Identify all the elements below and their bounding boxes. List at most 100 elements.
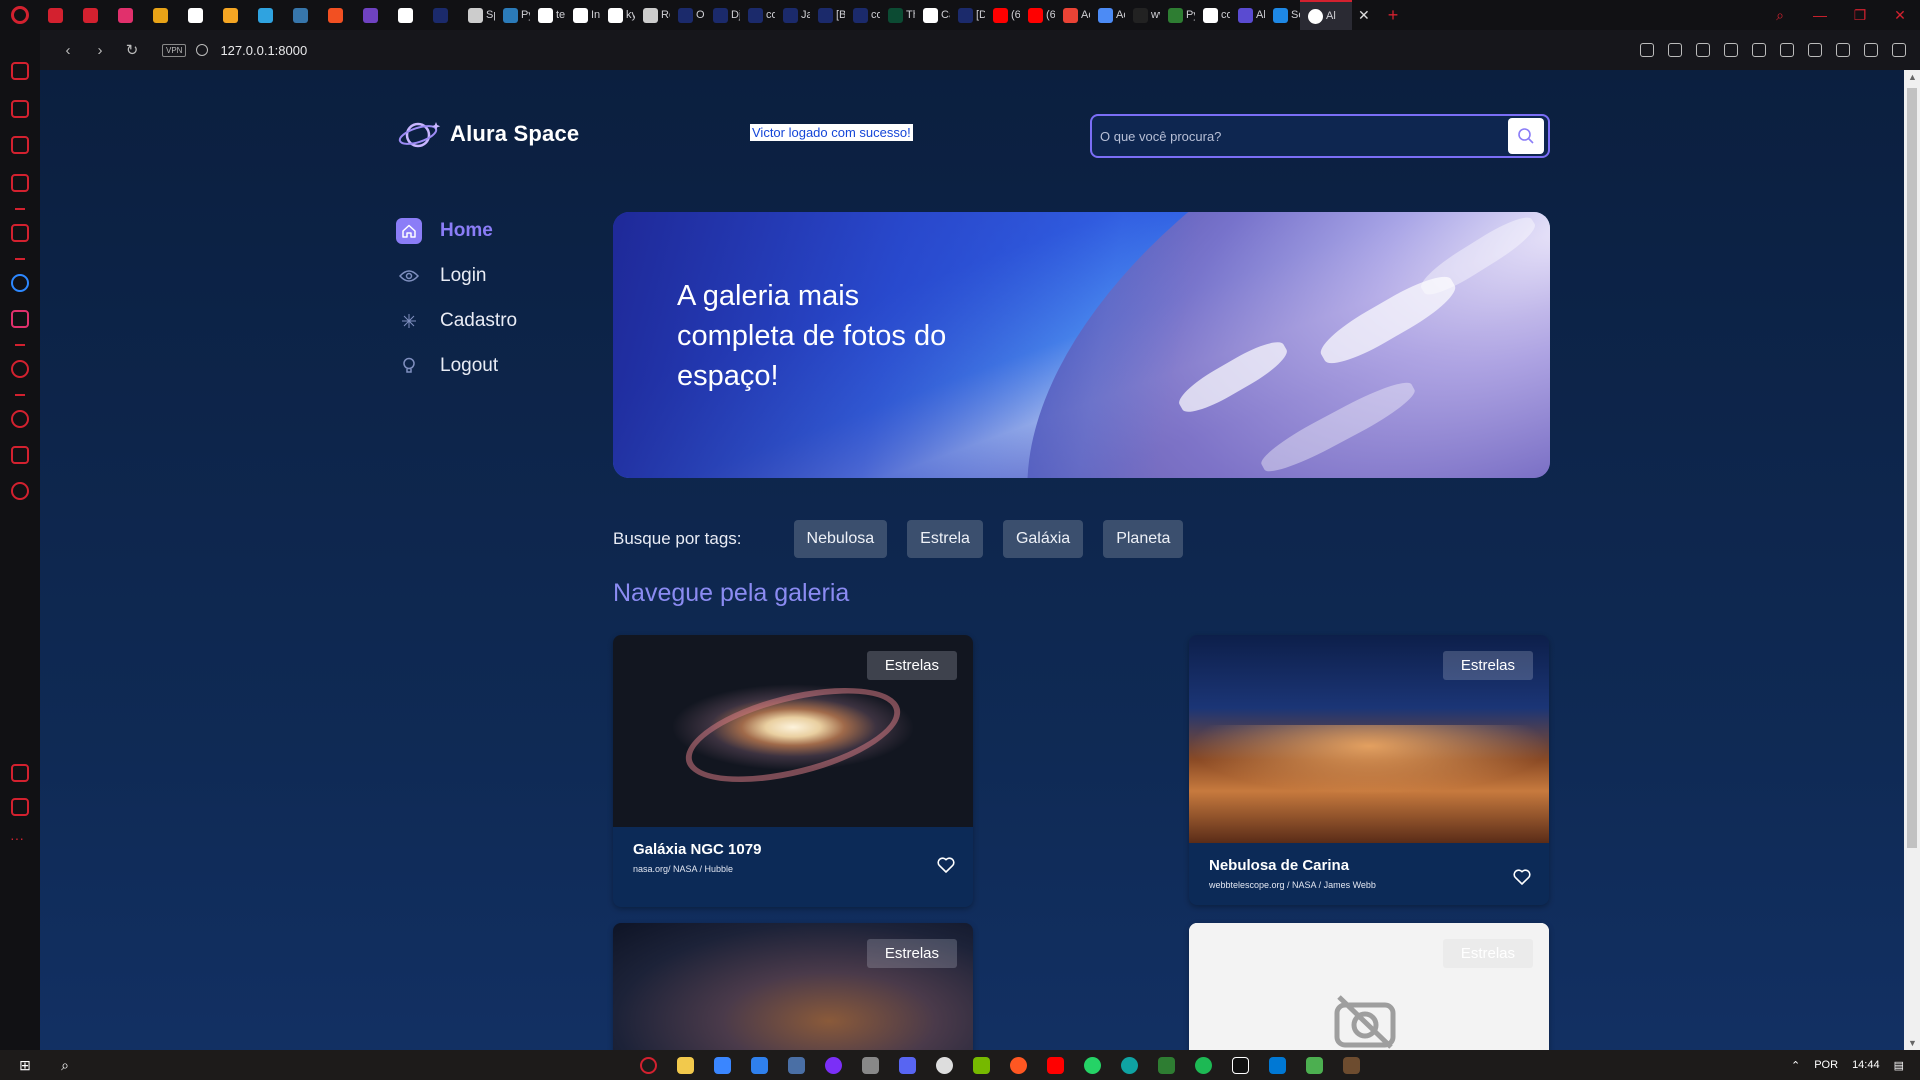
browser-tab[interactable]: Se — [1265, 0, 1300, 30]
chrome-icon[interactable] — [936, 1056, 953, 1074]
browser-tab[interactable]: coi — [845, 0, 880, 30]
browser-tab[interactable]: [Bu — [810, 0, 845, 30]
search-icon[interactable] — [1640, 43, 1654, 57]
opera-logo-icon[interactable] — [0, 0, 40, 30]
instagram-icon[interactable] — [11, 310, 29, 328]
browser-tab[interactable]: (67 — [1020, 0, 1055, 30]
search-tabs-icon[interactable]: ⌕ — [1760, 0, 1800, 30]
browser-tab[interactable] — [40, 0, 75, 30]
workspace-icon[interactable] — [11, 764, 29, 782]
app-icon[interactable] — [1158, 1056, 1175, 1074]
gallery-icon[interactable] — [11, 798, 29, 816]
explorer-icon[interactable] — [677, 1056, 694, 1074]
minecraft-icon[interactable] — [1343, 1056, 1360, 1074]
page-scrollbar[interactable]: ▲ ▼ — [1904, 70, 1920, 1050]
spotify-icon[interactable] — [1195, 1056, 1212, 1074]
browser-tab[interactable]: Th — [880, 0, 915, 30]
forward-icon[interactable]: › — [84, 42, 116, 59]
taskbar-search-icon[interactable]: ⌕ — [50, 1057, 80, 1074]
pycharm-icon[interactable] — [1232, 1056, 1249, 1074]
browser-tab[interactable]: Ca — [915, 0, 950, 30]
site-logo[interactable]: Alura Space — [398, 118, 579, 150]
browser-tab[interactable]: [D — [950, 0, 985, 30]
browser-tab[interactable] — [425, 0, 460, 30]
browser-tab[interactable]: Py — [1160, 0, 1195, 30]
send-icon[interactable] — [1752, 43, 1766, 57]
chevron-up-icon[interactable]: ⌃ — [1791, 1059, 1800, 1072]
download-icon[interactable] — [1836, 43, 1850, 57]
discord-icon[interactable] — [899, 1056, 916, 1074]
card-image-placeholder[interactable]: Estrelas — [1189, 923, 1549, 1050]
close-tab-icon[interactable]: ✕ — [1352, 7, 1376, 24]
steam-icon[interactable] — [788, 1056, 805, 1074]
history-icon[interactable] — [11, 410, 29, 428]
app-icon[interactable] — [825, 1056, 842, 1074]
tag-planeta[interactable]: Planeta — [1103, 520, 1184, 558]
vpn-badge[interactable]: VPN — [162, 43, 187, 57]
tag-nebulosa[interactable]: Nebulosa — [793, 520, 888, 558]
calendar-icon[interactable] — [11, 174, 29, 192]
browser-tab[interactable] — [145, 0, 180, 30]
new-tab-icon[interactable]: + — [1376, 5, 1411, 26]
settings-icon[interactable] — [11, 482, 29, 500]
cube-icon[interactable] — [1808, 43, 1822, 57]
extensions-icon[interactable] — [11, 446, 29, 464]
gallery-card[interactable]: Estrelas Nebulosa de Carina webbtelescop… — [1189, 635, 1549, 905]
language-indicator[interactable]: POR — [1814, 1059, 1838, 1071]
gallery-card[interactable]: Estrelas Galáxia NGC 1079 nasa.org/ NASA… — [613, 635, 973, 907]
player-icon[interactable] — [11, 360, 29, 378]
favorite-heart-icon[interactable] — [937, 857, 955, 873]
card-image[interactable]: Estrelas — [613, 923, 973, 1050]
browser-tab[interactable]: (67 — [985, 0, 1020, 30]
menu-icon[interactable] — [1864, 43, 1878, 57]
app-icon[interactable] — [862, 1056, 879, 1074]
close-window-icon[interactable]: ✕ — [1880, 0, 1920, 30]
url-field[interactable]: 127.0.0.1:8000 — [220, 43, 307, 58]
profile-icon[interactable] — [1892, 43, 1906, 57]
browser-tab[interactable]: tec — [530, 0, 565, 30]
gallery-card[interactable]: Estrelas — [1189, 923, 1549, 1050]
browser-tab[interactable]: co — [1195, 0, 1230, 30]
nvidia-icon[interactable] — [973, 1056, 990, 1074]
nav-item-login[interactable]: Login — [396, 253, 517, 298]
browser-tab[interactable] — [110, 0, 145, 30]
opera-icon[interactable] — [640, 1056, 657, 1074]
favorite-heart-icon[interactable] — [1513, 869, 1531, 885]
browser-tab[interactable] — [215, 0, 250, 30]
speed-dial-icon[interactable] — [11, 62, 29, 80]
heart-icon[interactable] — [1780, 43, 1794, 57]
mail-icon[interactable] — [751, 1056, 768, 1074]
browser-tab[interactable] — [285, 0, 320, 30]
browser-tab[interactable]: Re — [635, 0, 670, 30]
windows-start-icon[interactable]: ⊞ — [0, 1057, 50, 1074]
browser-tab[interactable] — [75, 0, 110, 30]
scroll-up-icon[interactable]: ▲ — [1908, 72, 1917, 82]
clock[interactable]: 14:44 — [1852, 1059, 1880, 1071]
scrollbar-thumb[interactable] — [1907, 88, 1917, 848]
card-image[interactable]: Estrelas — [1189, 635, 1549, 843]
browser-tab[interactable]: Sp — [460, 0, 495, 30]
browser-tab[interactable]: Ac — [1055, 0, 1090, 30]
browser-tab[interactable]: Ac — [1090, 0, 1125, 30]
nav-item-cadastro[interactable]: Cadastro — [396, 298, 517, 343]
twitch-icon[interactable] — [11, 136, 29, 154]
edit-icon[interactable] — [1668, 43, 1682, 57]
nav-item-logout[interactable]: Logout — [396, 343, 517, 388]
card-image[interactable]: Estrelas — [613, 635, 973, 827]
browser-tab[interactable] — [320, 0, 355, 30]
vscode-icon[interactable] — [1269, 1056, 1286, 1074]
minimize-icon[interactable]: — — [1800, 0, 1840, 30]
notifications-icon[interactable]: ▤ — [1894, 1059, 1904, 1072]
site-info-icon[interactable] — [196, 44, 209, 56]
nav-item-home[interactable]: Home — [396, 208, 517, 253]
app-icon[interactable] — [1010, 1056, 1027, 1074]
search-input[interactable] — [1092, 128, 1508, 144]
youtube-icon[interactable] — [1047, 1056, 1064, 1074]
reload-icon[interactable]: ↻ — [116, 41, 148, 59]
browser-tab[interactable] — [250, 0, 285, 30]
browser-tab[interactable]: Dj — [705, 0, 740, 30]
more-icon[interactable]: ··· — [10, 830, 24, 846]
app-icon[interactable] — [1306, 1056, 1323, 1074]
store-icon[interactable] — [714, 1056, 731, 1074]
aria-icon[interactable] — [11, 224, 29, 242]
